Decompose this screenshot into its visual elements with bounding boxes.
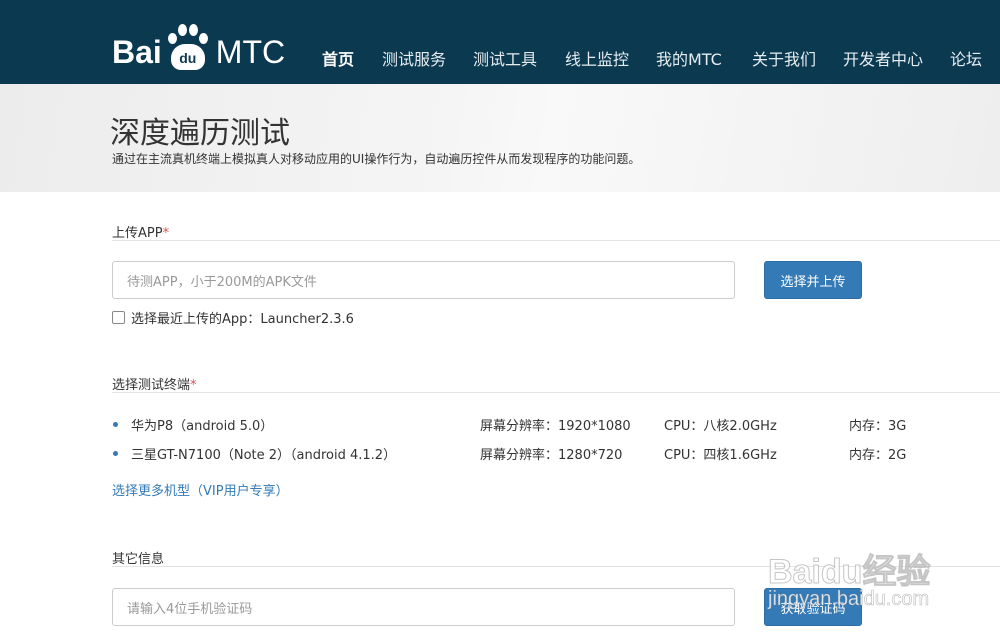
device-name: 三星GT-N7100（Note 2）（android 4.1.2） <box>131 448 397 463</box>
nav-about-us[interactable]: 关于我们 <box>752 46 816 74</box>
logo-pad-text: du <box>170 44 205 70</box>
page-title: 深度遍历测试 <box>110 116 290 151</box>
device-resolution: 屏幕分辨率：1280*720 <box>480 448 623 463</box>
bullet-icon <box>113 451 118 456</box>
device-name: 华为P8（android 5.0） <box>131 419 274 434</box>
select-devices-label: 选择测试终端* <box>112 378 197 393</box>
get-code-button[interactable]: 获取验证码 <box>764 588 862 626</box>
watermark-main-text: Baidu经验 <box>767 553 931 592</box>
nav-online-monitor[interactable]: 线上监控 <box>565 46 629 74</box>
section-divider <box>112 240 1000 241</box>
logo-text-right: MTC <box>215 34 286 70</box>
nav-test-tools[interactable]: 测试工具 <box>473 46 537 74</box>
device-row[interactable]: 三星GT-N7100（Note 2）（android 4.1.2） 屏幕分辨率：… <box>112 444 1000 464</box>
nav-my-mtc[interactable]: 我的MTC <box>656 46 722 74</box>
more-devices-link[interactable]: 选择更多机型（VIP用户专享） <box>112 480 289 499</box>
device-resolution: 屏幕分辨率：1920*1080 <box>480 419 631 434</box>
sms-code-input[interactable]: 请输入4位手机验证码 <box>112 588 735 626</box>
paw-icon: du <box>164 24 212 72</box>
top-navbar: Bai du MTC 首页 测试服务 测试工具 线上监控 我的MTC 关于我们 … <box>0 0 1000 84</box>
nav-developer-center[interactable]: 开发者中心 <box>843 46 923 74</box>
recent-app-option[interactable]: 选择最近上传的App：Launcher2.3.6 <box>112 308 354 327</box>
device-memory: 内存：3G <box>849 419 907 434</box>
logo-text-left: Bai <box>112 34 162 70</box>
device-cpu: CPU：四核1.6GHz <box>664 448 777 463</box>
required-mark: * <box>190 378 197 393</box>
baidu-mtc-logo[interactable]: Bai du MTC <box>112 16 285 72</box>
section-divider <box>112 566 1000 567</box>
upload-app-label: 上传APP* <box>112 226 170 241</box>
page-subtitle: 通过在主流真机终端上模拟真人对移动应用的UI操作行为，自动遍历控件从而发现程序的… <box>112 152 641 166</box>
device-cpu: CPU：八核2.0GHz <box>664 419 777 434</box>
nav-home[interactable]: 首页 <box>322 46 354 74</box>
recent-app-checkbox[interactable] <box>112 311 125 324</box>
nav-forum[interactable]: 论坛 <box>950 46 982 74</box>
apk-file-input[interactable]: 待测APP，小于200M的APK文件 <box>112 261 735 299</box>
nav-test-services[interactable]: 测试服务 <box>382 46 446 74</box>
device-row[interactable]: 华为P8（android 5.0） 屏幕分辨率：1920*1080 CPU：八核… <box>112 415 1000 435</box>
section-divider <box>112 392 1000 393</box>
other-info-label: 其它信息 <box>112 552 165 567</box>
device-memory: 内存：2G <box>849 448 907 463</box>
required-mark: * <box>162 226 170 241</box>
select-upload-button[interactable]: 选择并上传 <box>764 261 862 299</box>
recent-app-label: 选择最近上传的App：Launcher2.3.6 <box>131 312 354 327</box>
bullet-icon <box>113 422 118 427</box>
